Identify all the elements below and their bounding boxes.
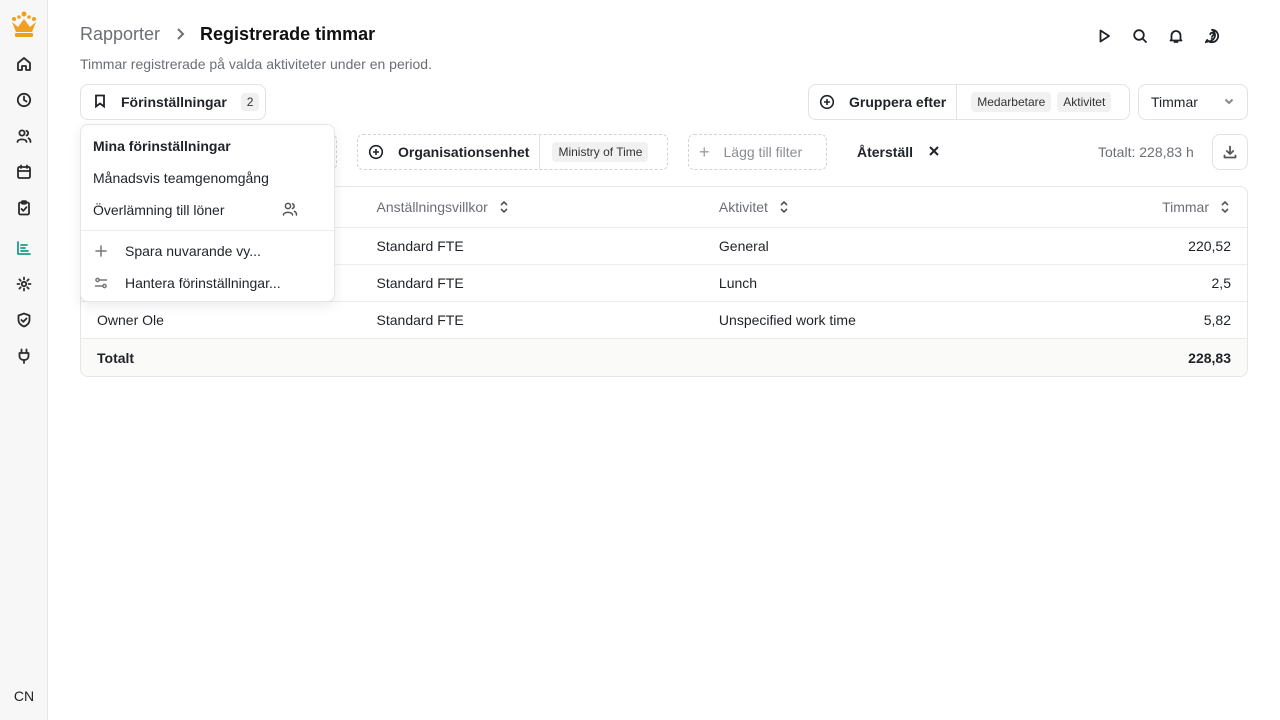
home-icon[interactable] (12, 52, 36, 76)
page-subtitle: Timmar registrerade på valda aktiviteter… (80, 56, 432, 72)
reset-label: Återställ (857, 144, 914, 160)
gear-icon[interactable] (12, 272, 36, 296)
group-by-control[interactable]: Gruppera efter Medarbetare Aktivitet (808, 84, 1130, 120)
presets-label: Förinställningar (121, 94, 227, 110)
unit-select-value: Timmar (1151, 94, 1198, 110)
cell-employee: Owner Ole (97, 312, 164, 328)
bookmark-icon (93, 94, 107, 110)
crown-logo-icon[interactable] (8, 10, 40, 40)
help-icon[interactable] (1200, 24, 1224, 48)
users-icon (282, 201, 298, 217)
org-unit-chip[interactable]: Ministry of Time (552, 142, 649, 162)
group-chip-activity[interactable]: Aktivitet (1057, 92, 1112, 112)
org-unit-filter[interactable]: Organisationsenhet Ministry of Time (357, 134, 668, 170)
org-unit-label: Organisationsenhet (398, 144, 530, 160)
total-label-cell: Totalt (97, 349, 135, 366)
cell-hours: 5,82 (1203, 312, 1231, 328)
menu-header: Mina förinställningar (93, 138, 231, 154)
breadcrumb: Rapporter Registrerade timmar (80, 22, 375, 46)
cell-terms: Standard FTE (376, 275, 464, 291)
users-icon[interactable] (12, 124, 36, 148)
org-unit-filter-button[interactable]: Organisationsenhet (358, 135, 541, 169)
plus-icon (93, 243, 109, 259)
table-row: Owner Ole Standard FTE Unspecified work … (81, 302, 1247, 339)
header-hours[interactable]: Timmar (1045, 199, 1247, 215)
sort-icon[interactable] (1219, 200, 1231, 214)
org-unit-chips: Ministry of Time (540, 142, 649, 162)
cell-terms: Standard FTE (376, 312, 464, 328)
chevron-down-icon (1223, 94, 1235, 110)
breadcrumb-parent[interactable]: Rapporter (80, 24, 160, 45)
add-filter-button[interactable]: + Lägg till filter (688, 134, 827, 170)
download-icon (1223, 145, 1237, 159)
avatar[interactable]: CN (10, 684, 38, 708)
cell-hours: 220,52 (1188, 238, 1231, 254)
bell-icon[interactable] (1164, 24, 1188, 48)
group-chip-employee[interactable]: Medarbetare (971, 92, 1052, 112)
sort-icon[interactable] (778, 200, 790, 214)
plus-circle-icon (368, 144, 384, 160)
header-hours-label: Timmar (1162, 199, 1209, 215)
cell-activity: General (718, 238, 769, 254)
menu-item-preset[interactable]: Överlämning till löner (93, 198, 225, 222)
search-icon[interactable] (1128, 24, 1152, 48)
save-view-label: Spara nuvarande vy... (125, 243, 261, 259)
cell-terms: Standard FTE (376, 238, 464, 254)
save-view-menu-item[interactable]: Spara nuvarande vy... (93, 239, 261, 263)
clock-icon[interactable] (12, 88, 36, 112)
header-activity[interactable]: Aktivitet (703, 199, 1045, 215)
play-icon[interactable] (1092, 24, 1116, 48)
header-terms[interactable]: Anställningsvillkor (361, 199, 703, 215)
manage-presets-label: Hantera förinställningar... (125, 275, 281, 291)
total-summary: Totalt: 228,83 h (1098, 144, 1194, 160)
presets-menu: Mina förinställningar Månadsvis teamgeno… (80, 124, 335, 302)
table-total-row: Totalt 228,83 (81, 339, 1247, 376)
unit-select[interactable]: Timmar (1138, 84, 1248, 120)
presets-count-badge: 2 (240, 93, 260, 111)
group-by-button[interactable]: Gruppera efter (809, 85, 958, 119)
clipboard-icon[interactable] (12, 196, 36, 220)
header-terms-label: Anställningsvillkor (376, 199, 488, 215)
top-toolbar (1092, 24, 1224, 48)
add-filter-label: Lägg till filter (723, 144, 803, 160)
download-button[interactable] (1212, 134, 1248, 170)
cell-hours: 2,5 (1211, 275, 1231, 291)
chevron-right-icon (168, 22, 192, 46)
cell-activity: Lunch (718, 275, 758, 291)
manage-presets-menu-item[interactable]: Hantera förinställningar... (93, 271, 281, 295)
group-by-chips: Medarbetare Aktivitet (957, 92, 1112, 112)
group-by-label: Gruppera efter (849, 94, 947, 110)
cell-activity: Unspecified work time (718, 312, 856, 328)
reset-button[interactable]: Återställ (857, 140, 943, 164)
calendar-icon[interactable] (12, 160, 36, 184)
plus-icon: + (699, 141, 710, 162)
page-title: Registrerade timmar (200, 23, 376, 44)
sort-icon[interactable] (498, 200, 510, 214)
total-hours-cell: 228,83 (1188, 349, 1231, 366)
sliders-icon (93, 275, 109, 291)
menu-divider (81, 230, 334, 231)
reports-icon[interactable] (12, 236, 36, 260)
presets-button[interactable]: Förinställningar 2 (80, 84, 266, 120)
sidebar: CN (0, 0, 48, 720)
menu-item-preset[interactable]: Månadsvis teamgenomgång (93, 166, 269, 190)
header-activity-label: Aktivitet (718, 199, 768, 215)
shield-icon[interactable] (12, 308, 36, 332)
close-icon (927, 144, 943, 160)
plus-circle-icon (819, 94, 835, 110)
plug-icon[interactable] (12, 344, 36, 368)
